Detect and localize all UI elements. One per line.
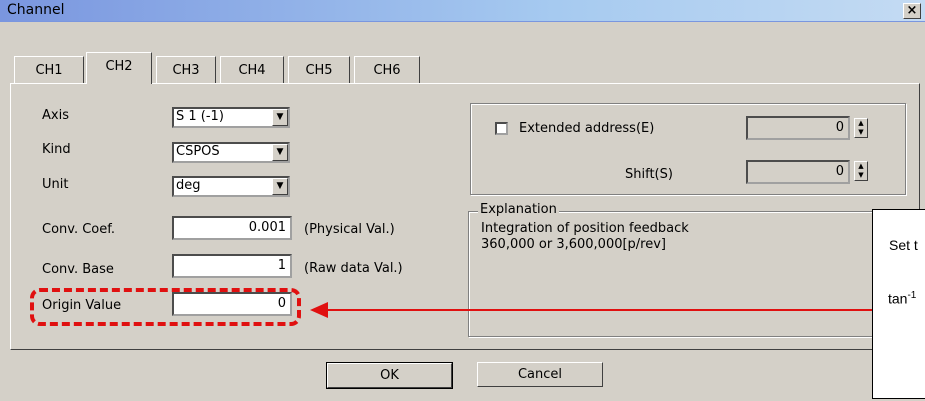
chevron-down-icon[interactable]: ▼ xyxy=(272,109,288,126)
spin-down-icon: ▼ xyxy=(858,171,864,179)
window-title: Channel xyxy=(7,2,65,18)
cancel-button[interactable]: Cancel xyxy=(477,362,603,387)
tab-label: CH2 xyxy=(105,59,133,74)
conv-base-label: Conv. Base xyxy=(42,262,114,277)
unit-value: deg xyxy=(176,178,201,193)
spin-up-icon: ▲ xyxy=(858,119,864,127)
close-icon: × xyxy=(906,3,918,18)
conv-base-input[interactable]: 1 xyxy=(172,254,292,278)
channel-dialog: Channel × CH1 CH2 CH3 CH4 CH5 CH6 Axis S… xyxy=(0,0,925,401)
tab-label: CH4 xyxy=(238,63,266,78)
callout-superscript: -1 xyxy=(907,290,917,301)
extended-address-input[interactable]: 0 xyxy=(746,116,850,140)
tab-ch6[interactable]: CH6 xyxy=(354,56,420,83)
explanation-title: Explanation xyxy=(478,202,559,217)
kind-value: CSPOS xyxy=(176,144,220,159)
shift-input[interactable]: 0 xyxy=(746,160,850,184)
axis-select[interactable]: S 1 (-1) ▼ xyxy=(172,107,290,128)
tab-ch5[interactable]: CH5 xyxy=(288,56,350,83)
tab-label: CH5 xyxy=(305,63,333,78)
chevron-down-icon[interactable]: ▼ xyxy=(272,144,288,161)
annotation-arrow-icon xyxy=(310,302,328,318)
axis-label: Axis xyxy=(42,108,69,123)
tab-label: CH3 xyxy=(172,63,200,78)
ok-button[interactable]: OK xyxy=(326,362,453,389)
annotation-callout: Set t tan-1 xyxy=(872,209,925,399)
callout-tan: tan xyxy=(888,290,908,307)
kind-label: Kind xyxy=(42,142,71,157)
tab-ch2[interactable]: CH2 xyxy=(86,52,152,84)
callout-line-1: Set t xyxy=(889,237,918,253)
title-bar: Channel × xyxy=(0,0,925,22)
tab-label: CH6 xyxy=(373,63,401,78)
tab-ch1[interactable]: CH1 xyxy=(14,56,84,83)
axis-value: S 1 (-1) xyxy=(176,109,224,124)
extended-address-checkbox[interactable] xyxy=(495,122,508,135)
unit-label: Unit xyxy=(42,177,69,192)
annotation-arrow-line xyxy=(325,309,873,311)
shift-label: Shift(S) xyxy=(625,167,673,182)
explanation-line-2: 360,000 or 3,600,000[p/rev] xyxy=(481,237,667,252)
chevron-down-icon[interactable]: ▼ xyxy=(272,178,288,195)
extended-address-label: Extended address(E) xyxy=(519,121,655,136)
close-button[interactable]: × xyxy=(903,3,921,19)
tab-ch3[interactable]: CH3 xyxy=(156,56,216,83)
conv-coef-label: Conv. Coef. xyxy=(42,222,116,237)
callout-line-2: tan-1 xyxy=(888,290,916,307)
shift-spin-button[interactable]: ▲ ▼ xyxy=(854,161,868,181)
spin-down-icon: ▼ xyxy=(858,128,864,136)
origin-value-highlight xyxy=(30,288,301,326)
tab-ch4[interactable]: CH4 xyxy=(220,56,284,83)
conv-coef-input[interactable]: 0.001 xyxy=(172,216,292,240)
unit-select[interactable]: deg ▼ xyxy=(172,176,290,197)
tab-label: CH1 xyxy=(35,63,63,78)
address-spin-button[interactable]: ▲ ▼ xyxy=(854,118,868,138)
conv-base-note: (Raw data Val.) xyxy=(304,261,403,276)
spin-up-icon: ▲ xyxy=(858,162,864,170)
conv-coef-note: (Physical Val.) xyxy=(304,222,395,237)
kind-select[interactable]: CSPOS ▼ xyxy=(172,142,290,163)
explanation-line-1: Integration of position feedback xyxy=(481,221,689,236)
